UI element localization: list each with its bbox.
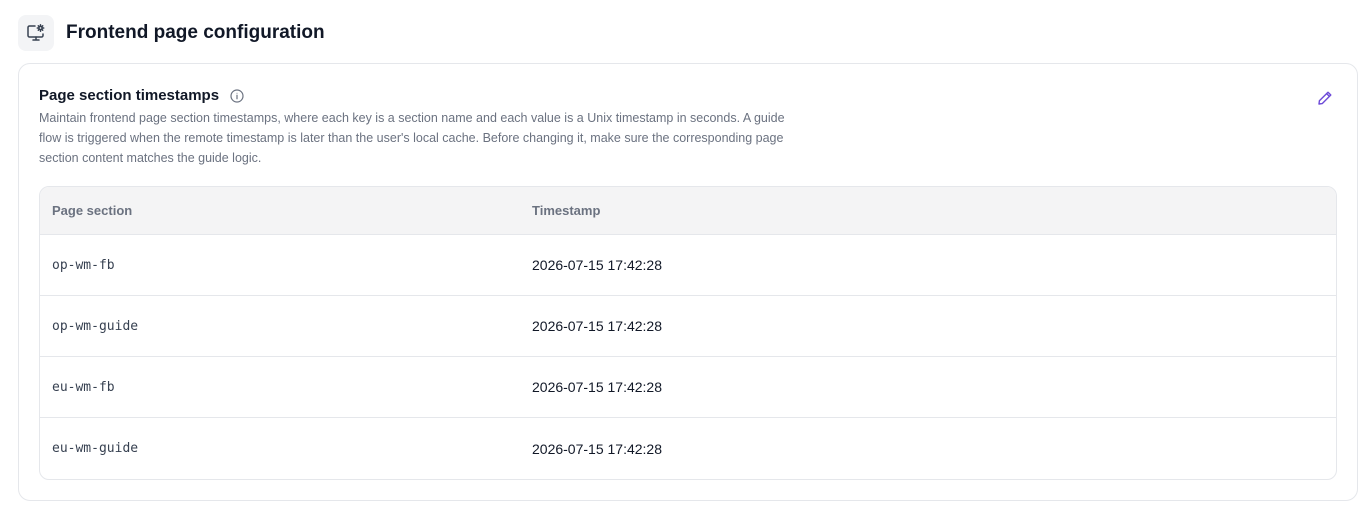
- monitor-settings-icon: [18, 14, 54, 51]
- info-icon[interactable]: [230, 88, 244, 103]
- section-key: eu-wm-guide: [52, 441, 139, 456]
- timestamp-value: 2026-07-15 17:42:28: [532, 318, 662, 334]
- table-row: op-wm-fb 2026-07-15 17:42:28: [40, 235, 1336, 296]
- page-title: Frontend page configuration: [66, 21, 325, 43]
- card-description: Maintain frontend page section timestamp…: [39, 111, 785, 165]
- card-title-row: Page section timestamps: [39, 87, 244, 104]
- pencil-icon: [1318, 91, 1332, 105]
- table-row: op-wm-guide 2026-07-15 17:42:28: [40, 296, 1336, 357]
- timestamp-value: 2026-07-15 17:42:28: [532, 440, 662, 457]
- section-key: op-wm-fb: [52, 257, 115, 273]
- column-header-timestamp: Timestamp: [532, 203, 601, 218]
- column-header-page-section: Page section: [52, 203, 133, 218]
- section-key: eu-wm-fb: [52, 379, 115, 395]
- section-key: op-wm-guide: [52, 318, 139, 334]
- table-row: eu-wm-guide 2026-07-15 17:42:28: [40, 418, 1336, 479]
- timestamp-value: 2026-07-15 17:42:28: [532, 257, 662, 273]
- timestamp-value: 2026-07-15 17:42:28: [532, 379, 662, 395]
- page-header: Frontend page configuration: [18, 14, 325, 51]
- timestamps-card: Page section timestamps Maintain fronten…: [18, 63, 1358, 501]
- card-title: Page section timestamps: [39, 87, 220, 104]
- table-row: eu-wm-fb 2026-07-15 17:42:28: [40, 357, 1336, 418]
- timestamps-table: Page section Timestamp op-wm-fb 2026-07-…: [39, 186, 1337, 480]
- table-header: Page section Timestamp: [40, 187, 1336, 235]
- edit-button[interactable]: [1315, 88, 1335, 108]
